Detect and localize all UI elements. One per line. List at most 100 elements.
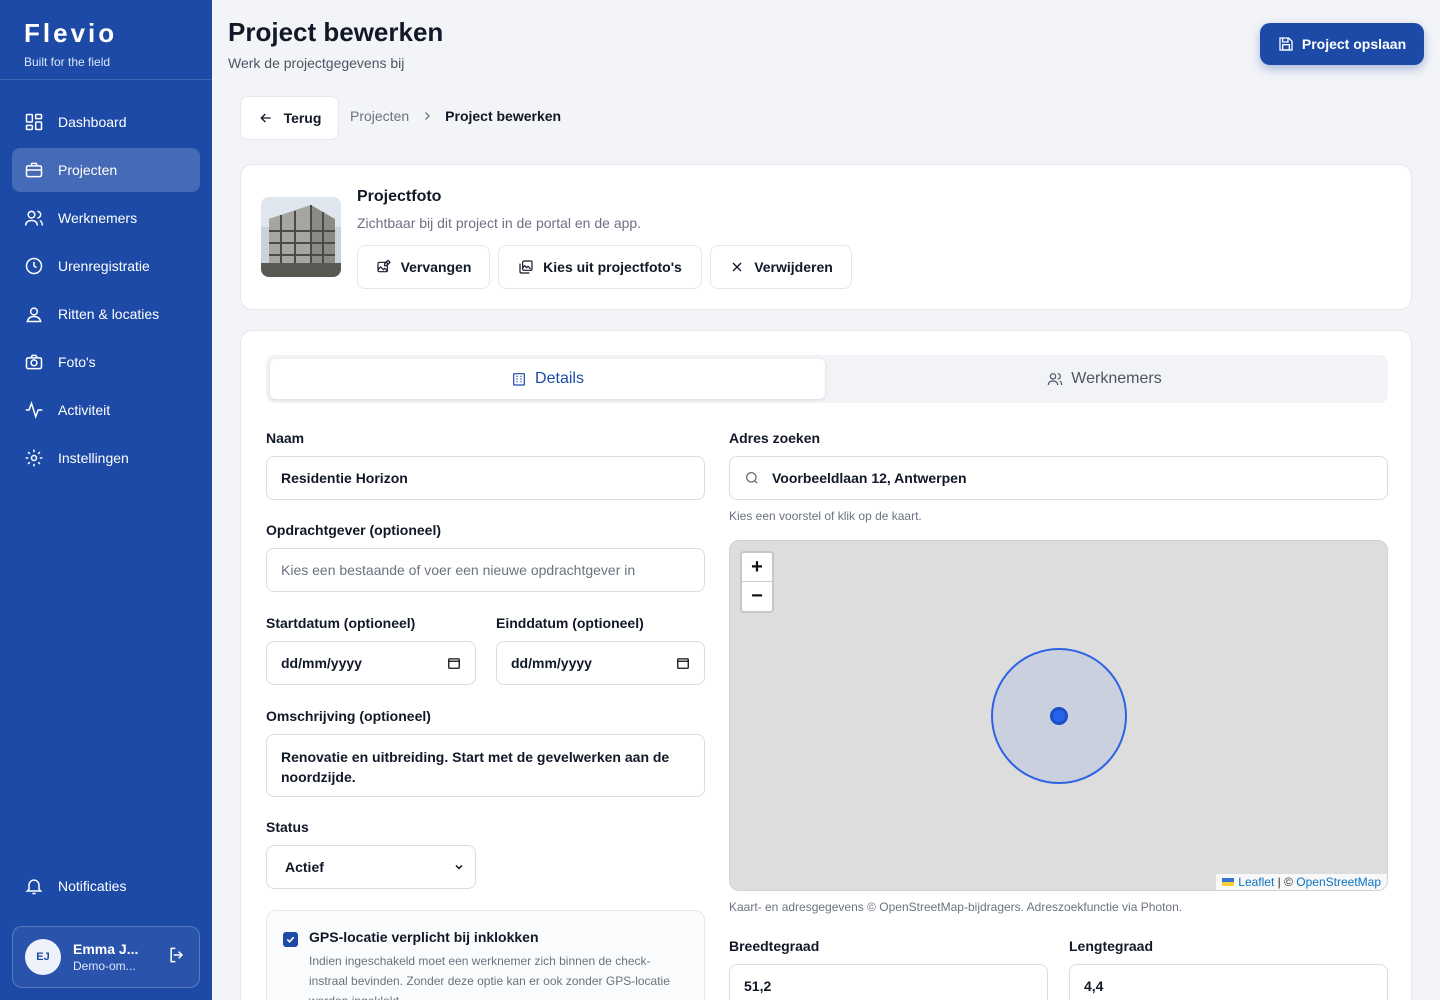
osm-link[interactable]: OpenStreetMap	[1296, 875, 1381, 889]
tabs: Details Werknemers	[266, 355, 1388, 403]
photo-title: Projectfoto	[357, 188, 442, 205]
address-hint: Kies een voorstel of klik op de kaart.	[729, 509, 922, 523]
address-label: Adres zoeken	[729, 430, 821, 446]
user-org: Demo-om...	[73, 959, 136, 973]
page-subtitle: Werk de projectgegevens bij	[228, 55, 405, 71]
replace-label: Vervangen	[400, 259, 472, 275]
description-textarea[interactable]: Renovatie en uitbreiding. Start met de g…	[266, 734, 705, 797]
choose-label: Kies uit projectfoto's	[543, 259, 682, 275]
sidebar-item-werknemers[interactable]: Werknemers	[12, 196, 200, 240]
sidebar-item-label: Instellingen	[58, 450, 129, 466]
camera-icon	[25, 354, 43, 370]
sidebar-nav: Dashboard Projecten Werknemers Urenregis…	[0, 80, 212, 504]
sidebar-item-activiteit[interactable]: Activiteit	[12, 388, 200, 432]
logout-icon	[170, 947, 184, 962]
images-icon	[519, 260, 533, 274]
remove-label: Verwijderen	[754, 259, 833, 275]
breadcrumb-current: Project bewerken	[445, 108, 562, 124]
user-card[interactable]: EJ Emma J... Demo-om...	[12, 926, 200, 988]
save-icon	[1279, 37, 1293, 51]
location-marker[interactable]	[1050, 707, 1068, 725]
name-input[interactable]: Residentie Horizon	[266, 456, 705, 500]
remove-photo-button[interactable]: Verwijderen	[710, 245, 852, 289]
page-title: Project bewerken	[228, 17, 444, 47]
start-date-input[interactable]: dd/mm/yyyy	[266, 641, 476, 685]
sidebar-item-fotos[interactable]: Foto's	[12, 340, 200, 384]
brand-name[interactable]: Flevio	[24, 18, 188, 49]
end-date-value: dd/mm/yyyy	[511, 655, 592, 671]
status-value: Actief	[285, 859, 324, 875]
sidebar-item-dashboard[interactable]: Dashboard	[12, 100, 200, 144]
briefcase-icon	[25, 162, 43, 178]
leaflet-link[interactable]: Leaflet	[1238, 875, 1274, 889]
latitude-label: Breedtegraad	[729, 938, 820, 954]
zoom-out-button[interactable]: −	[742, 582, 772, 611]
back-label: Terug	[283, 110, 322, 126]
address-search-input[interactable]: Voorbeeldlaan 12, Antwerpen	[729, 456, 1388, 500]
sidebar-item-instellingen[interactable]: Instellingen	[12, 436, 200, 480]
gps-option: GPS-locatie verplicht bij inklokken Indi…	[266, 910, 705, 1000]
save-project-button[interactable]: Project opslaan	[1260, 23, 1424, 65]
sidebar-item-label: Projecten	[58, 162, 118, 178]
user-name: Emma J...	[73, 941, 139, 957]
sidebar-item-label: Notificaties	[58, 878, 127, 894]
end-date-input[interactable]: dd/mm/yyyy	[496, 641, 705, 685]
tab-werknemers[interactable]: Werknemers	[825, 359, 1384, 399]
tab-details[interactable]: Details	[270, 359, 825, 399]
users-icon	[1048, 373, 1063, 386]
photo-subtitle: Zichtbaar bij dit project in de portal e…	[357, 215, 642, 231]
tab-label: Werknemers	[1071, 370, 1162, 387]
sidebar-item-label: Ritten & locaties	[58, 306, 160, 322]
replace-photo-button[interactable]: Vervangen	[357, 245, 490, 289]
client-input[interactable]: Kies een bestaande of voer een nieuwe op…	[266, 548, 705, 592]
calendar-icon[interactable]	[447, 656, 461, 670]
chevron-right-icon	[421, 110, 433, 122]
back-button[interactable]: Terug	[240, 96, 339, 140]
breadcrumb-projecten[interactable]: Projecten	[350, 108, 409, 124]
logout-button[interactable]	[167, 945, 187, 970]
client-label: Opdrachtgever (optioneel)	[266, 522, 442, 538]
name-label: Naam	[266, 430, 305, 446]
gps-title[interactable]: GPS-locatie verplicht bij inklokken	[309, 929, 539, 945]
map-pin-icon	[26, 307, 42, 323]
sidebar-item-projecten[interactable]: Projecten	[12, 148, 200, 192]
tab-label: Details	[535, 370, 584, 387]
brand: Flevio Built for the field	[0, 0, 212, 80]
sidebar-item-label: Foto's	[58, 354, 96, 370]
choose-photo-button[interactable]: Kies uit projectfoto's	[498, 245, 702, 289]
close-icon	[732, 262, 742, 272]
sidebar-item-ritten-locaties[interactable]: Ritten & locaties	[12, 292, 200, 336]
sidebar-item-label: Activiteit	[58, 402, 111, 418]
gps-checkbox[interactable]	[283, 932, 298, 947]
project-form-card: Details Werknemers Naam Residentie Horiz…	[240, 330, 1412, 1000]
project-photo-card: Projectfoto Zichtbaar bij dit project in…	[240, 164, 1412, 310]
longitude-label: Lengtegraad	[1069, 938, 1154, 954]
gps-description: Indien ingeschakeld moet een werknemer z…	[309, 954, 670, 1000]
longitude-input[interactable]: 4,4	[1069, 964, 1388, 1000]
flag-icon	[1222, 878, 1235, 886]
status-select[interactable]: Actief	[266, 845, 476, 889]
latitude-input[interactable]: 51,2	[729, 964, 1048, 1000]
status-label: Status	[266, 819, 309, 835]
gear-icon	[25, 449, 43, 467]
sidebar-item-urenregistratie[interactable]: Urenregistratie	[12, 244, 200, 288]
sidebar-item-label: Werknemers	[58, 210, 138, 226]
location-map[interactable]: + − Leaflet | © OpenStreetMap	[729, 540, 1388, 891]
bell-icon	[25, 879, 43, 895]
check-icon	[286, 936, 295, 943]
arrow-left-icon	[259, 113, 271, 123]
users-icon	[24, 210, 44, 226]
avatar: EJ	[25, 939, 61, 975]
start-date-label: Startdatum (optioneel)	[266, 615, 416, 631]
image-edit-icon	[376, 259, 391, 273]
zoom-in-button[interactable]: +	[742, 553, 772, 582]
sidebar-item-label: Urenregistratie	[58, 258, 150, 274]
sidebar-item-notificaties[interactable]: Notificaties	[12, 864, 200, 908]
sidebar-item-label: Dashboard	[58, 114, 127, 130]
description-label: Omschrijving (optioneel)	[266, 708, 431, 724]
search-icon	[746, 472, 758, 484]
user-info: Emma J... Demo-om...	[73, 941, 167, 973]
save-label: Project opslaan	[1301, 36, 1407, 52]
dashboard-icon	[25, 113, 43, 131]
calendar-icon[interactable]	[676, 656, 690, 670]
